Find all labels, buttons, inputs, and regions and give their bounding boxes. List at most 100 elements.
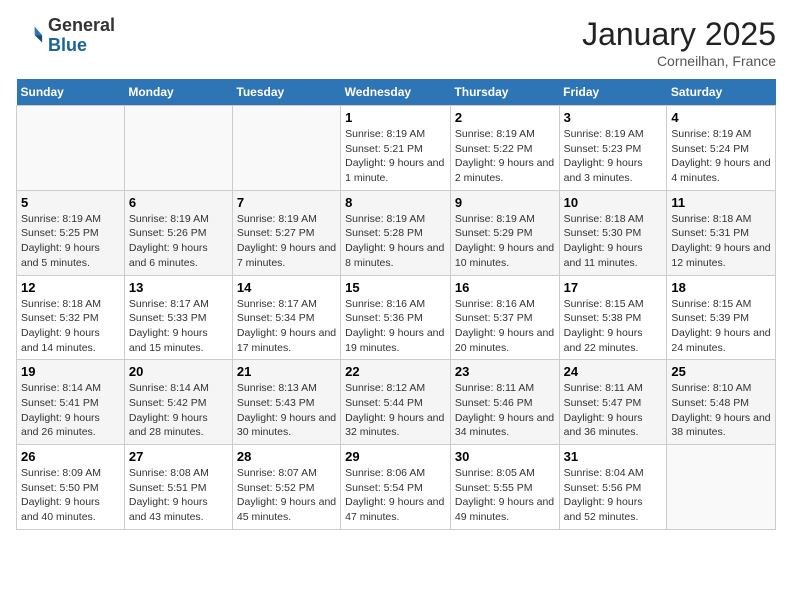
day-info: Sunrise: 8:09 AMSunset: 5:50 PMDaylight:…: [21, 466, 120, 525]
day-number: 23: [455, 364, 555, 379]
title-section: January 2025 Corneilhan, France: [582, 16, 776, 69]
week-row-3: 12 Sunrise: 8:18 AMSunset: 5:32 PMDayligh…: [17, 275, 776, 360]
logo-icon: [16, 22, 44, 50]
day-cell: [667, 445, 776, 530]
day-number: 26: [21, 449, 120, 464]
day-cell: 31Sunrise: 8:04 AMSunset: 5:56 PMDayligh…: [559, 445, 667, 530]
weekday-header-monday: Monday: [124, 79, 232, 106]
day-number: 16: [455, 280, 555, 295]
day-info: Sunrise: 8:12 AMSunset: 5:44 PMDaylight:…: [345, 381, 446, 440]
day-number: 8: [345, 195, 446, 210]
day-cell: 24 Sunrise: 8:11 AMSunset: 5:47 PMDayligh…: [559, 360, 667, 445]
day-number: 25: [671, 364, 771, 379]
day-info: Sunrise: 8:17 AMSunset: 5:33 PMDaylight:…: [129, 297, 228, 356]
day-number: 10: [564, 195, 663, 210]
day-info: Sunrise: 8:11 AMSunset: 5:46 PMDaylight:…: [455, 381, 555, 440]
day-info: Sunrise: 8:06 AMSunset: 5:54 PMDaylight:…: [345, 466, 446, 525]
day-cell: 25 Sunrise: 8:10 AMSunset: 5:48 PMDayligh…: [667, 360, 776, 445]
day-number: 18: [671, 280, 771, 295]
day-cell: 3Sunrise: 8:19 AMSunset: 5:23 PMDaylight…: [559, 106, 667, 191]
day-number: 20: [129, 364, 228, 379]
day-info: Sunrise: 8:19 AMSunset: 5:22 PMDaylight:…: [455, 127, 555, 186]
day-info: Sunrise: 8:08 AMSunset: 5:51 PMDaylight:…: [129, 466, 228, 525]
day-info: Sunrise: 8:10 AMSunset: 5:48 PMDaylight:…: [671, 381, 771, 440]
day-cell: 15 Sunrise: 8:16 AMSunset: 5:36 PMDayligh…: [341, 275, 451, 360]
day-info: Sunrise: 8:07 AMSunset: 5:52 PMDaylight:…: [237, 466, 336, 525]
day-cell: [124, 106, 232, 191]
day-number: 28: [237, 449, 336, 464]
day-cell: 16 Sunrise: 8:16 AMSunset: 5:37 PMDayligh…: [450, 275, 559, 360]
logo-blue-text: Blue: [48, 36, 115, 56]
day-cell: 12 Sunrise: 8:18 AMSunset: 5:32 PMDayligh…: [17, 275, 125, 360]
day-info: Sunrise: 8:19 AMSunset: 5:27 PMDaylight:…: [237, 212, 336, 271]
weekday-header-thursday: Thursday: [450, 79, 559, 106]
day-number: 19: [21, 364, 120, 379]
day-cell: 20 Sunrise: 8:14 AMSunset: 5:42 PMDayligh…: [124, 360, 232, 445]
day-info: Sunrise: 8:18 AMSunset: 5:32 PMDaylight:…: [21, 297, 120, 356]
day-info: Sunrise: 8:11 AMSunset: 5:47 PMDaylight:…: [564, 381, 663, 440]
day-info: Sunrise: 8:05 AMSunset: 5:55 PMDaylight:…: [455, 466, 555, 525]
week-row-5: 26 Sunrise: 8:09 AMSunset: 5:50 PMDayligh…: [17, 445, 776, 530]
week-row-1: 1Sunrise: 8:19 AMSunset: 5:21 PMDaylight…: [17, 106, 776, 191]
day-info: Sunrise: 8:04 AMSunset: 5:56 PMDaylight:…: [564, 466, 663, 525]
month-title: January 2025: [582, 16, 776, 53]
weekday-header-sunday: Sunday: [17, 79, 125, 106]
day-cell: 7 Sunrise: 8:19 AMSunset: 5:27 PMDaylight…: [232, 190, 340, 275]
day-number: 24: [564, 364, 663, 379]
day-info: Sunrise: 8:19 AMSunset: 5:29 PMDaylight:…: [455, 212, 555, 271]
weekday-header-friday: Friday: [559, 79, 667, 106]
day-cell: 4Sunrise: 8:19 AMSunset: 5:24 PMDaylight…: [667, 106, 776, 191]
day-number: 30: [455, 449, 555, 464]
day-number: 21: [237, 364, 336, 379]
day-number: 15: [345, 280, 446, 295]
day-cell: 2Sunrise: 8:19 AMSunset: 5:22 PMDaylight…: [450, 106, 559, 191]
day-cell: 21 Sunrise: 8:13 AMSunset: 5:43 PMDayligh…: [232, 360, 340, 445]
day-number: 14: [237, 280, 336, 295]
weekday-header-saturday: Saturday: [667, 79, 776, 106]
day-cell: 1Sunrise: 8:19 AMSunset: 5:21 PMDaylight…: [341, 106, 451, 191]
day-cell: 27 Sunrise: 8:08 AMSunset: 5:51 PMDayligh…: [124, 445, 232, 530]
day-info: Sunrise: 8:14 AMSunset: 5:41 PMDaylight:…: [21, 381, 120, 440]
day-cell: 10 Sunrise: 8:18 AMSunset: 5:30 PMDayligh…: [559, 190, 667, 275]
location-text: Corneilhan, France: [582, 53, 776, 69]
day-info: Sunrise: 8:14 AMSunset: 5:42 PMDaylight:…: [129, 381, 228, 440]
logo: General Blue: [16, 16, 115, 56]
day-info: Sunrise: 8:13 AMSunset: 5:43 PMDaylight:…: [237, 381, 336, 440]
day-info: Sunrise: 8:19 AMSunset: 5:21 PMDaylight:…: [345, 127, 446, 186]
calendar-table: SundayMondayTuesdayWednesdayThursdayFrid…: [16, 79, 776, 530]
day-number: 27: [129, 449, 228, 464]
day-info: Sunrise: 8:16 AMSunset: 5:37 PMDaylight:…: [455, 297, 555, 356]
page-header: General Blue January 2025 Corneilhan, Fr…: [16, 16, 776, 69]
day-number: 29: [345, 449, 446, 464]
day-info: Sunrise: 8:19 AMSunset: 5:26 PMDaylight:…: [129, 212, 228, 271]
day-cell: 18 Sunrise: 8:15 AMSunset: 5:39 PMDayligh…: [667, 275, 776, 360]
day-cell: 28 Sunrise: 8:07 AMSunset: 5:52 PMDayligh…: [232, 445, 340, 530]
day-cell: 22 Sunrise: 8:12 AMSunset: 5:44 PMDayligh…: [341, 360, 451, 445]
day-number: 11: [671, 195, 771, 210]
weekday-header-wednesday: Wednesday: [341, 79, 451, 106]
day-cell: 19 Sunrise: 8:14 AMSunset: 5:41 PMDayligh…: [17, 360, 125, 445]
calendar-body: 1Sunrise: 8:19 AMSunset: 5:21 PMDaylight…: [17, 106, 776, 530]
day-number: 17: [564, 280, 663, 295]
day-cell: 13Sunrise: 8:17 AMSunset: 5:33 PMDayligh…: [124, 275, 232, 360]
day-number: 3: [564, 110, 663, 125]
day-info: Sunrise: 8:18 AMSunset: 5:31 PMDaylight:…: [671, 212, 771, 271]
day-cell: [17, 106, 125, 191]
day-cell: 6Sunrise: 8:19 AMSunset: 5:26 PMDaylight…: [124, 190, 232, 275]
day-number: 22: [345, 364, 446, 379]
day-info: Sunrise: 8:15 AMSunset: 5:39 PMDaylight:…: [671, 297, 771, 356]
day-info: Sunrise: 8:16 AMSunset: 5:36 PMDaylight:…: [345, 297, 446, 356]
day-info: Sunrise: 8:15 AMSunset: 5:38 PMDaylight:…: [564, 297, 663, 356]
day-number: 7: [237, 195, 336, 210]
calendar-header: SundayMondayTuesdayWednesdayThursdayFrid…: [17, 79, 776, 106]
day-cell: 5Sunrise: 8:19 AMSunset: 5:25 PMDaylight…: [17, 190, 125, 275]
week-row-4: 19 Sunrise: 8:14 AMSunset: 5:41 PMDayligh…: [17, 360, 776, 445]
day-info: Sunrise: 8:17 AMSunset: 5:34 PMDaylight:…: [237, 297, 336, 356]
day-number: 4: [671, 110, 771, 125]
weekday-header-row: SundayMondayTuesdayWednesdayThursdayFrid…: [17, 79, 776, 106]
day-cell: 17 Sunrise: 8:15 AMSunset: 5:38 PMDayligh…: [559, 275, 667, 360]
day-cell: 8Sunrise: 8:19 AMSunset: 5:28 PMDaylight…: [341, 190, 451, 275]
day-info: Sunrise: 8:18 AMSunset: 5:30 PMDaylight:…: [564, 212, 663, 271]
day-cell: 9Sunrise: 8:19 AMSunset: 5:29 PMDaylight…: [450, 190, 559, 275]
day-number: 12: [21, 280, 120, 295]
